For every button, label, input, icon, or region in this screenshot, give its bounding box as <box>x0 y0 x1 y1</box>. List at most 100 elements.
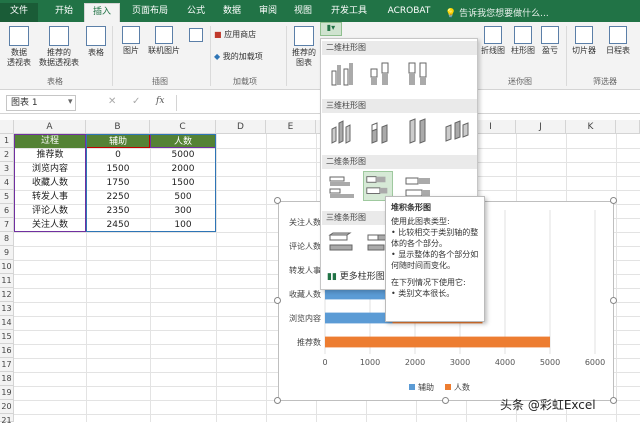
3d-percent-column-icon[interactable] <box>403 117 433 147</box>
group-separator <box>286 26 287 86</box>
tab-page-layout[interactable]: 页面布局 <box>124 3 176 22</box>
row-header[interactable]: 9 <box>0 246 14 260</box>
x-tick-label: 1000 <box>360 358 380 367</box>
row-header[interactable]: 5 <box>0 190 14 204</box>
tooltip-text: • 显示整体的各个部分如何随时间而变化。 <box>391 250 479 270</box>
row-header[interactable]: 12 <box>0 288 14 302</box>
column-header[interactable]: K <box>566 120 616 134</box>
tell-me-box[interactable]: 💡 告诉我您想要做什么... <box>445 6 549 19</box>
column-header[interactable]: C <box>150 120 216 134</box>
name-box[interactable]: 图表 1 <box>6 95 76 111</box>
row-header[interactable]: 11 <box>0 274 14 288</box>
column-header <box>616 120 640 134</box>
tab-insert[interactable]: 插入 <box>84 3 120 22</box>
row-header[interactable]: 4 <box>0 176 14 190</box>
stacked-column-icon[interactable] <box>365 59 395 89</box>
resize-handle[interactable] <box>442 397 449 404</box>
row-header[interactable]: 10 <box>0 260 14 274</box>
3d-clustered-bar-icon[interactable] <box>327 229 357 259</box>
column-chart-dropdown[interactable]: ▮▾ <box>320 22 342 36</box>
app-store-button[interactable]: ■ 应用商店 <box>214 30 274 40</box>
tab-developer[interactable]: 开发工具 <box>322 3 376 22</box>
3d-column-icon[interactable] <box>441 117 471 147</box>
shapes-button[interactable] <box>186 28 206 44</box>
winloss-sparkline-button[interactable]: 盈亏 <box>538 26 562 56</box>
group-label-addins: 加载项 <box>233 77 257 86</box>
tab-formulas[interactable]: 公式 <box>178 3 214 22</box>
tell-me-text: 告诉我您想要做什么... <box>459 9 549 19</box>
column-header[interactable]: A <box>14 120 86 134</box>
tab-view[interactable]: 视图 <box>286 3 320 22</box>
timeline-button[interactable]: 日程表 <box>600 26 636 56</box>
chevron-down-icon[interactable]: ▾ <box>68 97 73 107</box>
select-all-corner[interactable] <box>0 120 14 134</box>
tab-file[interactable]: 文件 <box>0 3 38 22</box>
row-header[interactable]: 2 <box>0 148 14 162</box>
row-header[interactable]: 8 <box>0 232 14 246</box>
resize-handle[interactable] <box>274 397 281 404</box>
gridline <box>266 134 267 422</box>
column-header[interactable]: D <box>216 120 266 134</box>
x-tick-label: 2000 <box>405 358 425 367</box>
row-header[interactable]: 14 <box>0 316 14 330</box>
group-label-tables: 表格 <box>47 77 63 86</box>
section-2d-column: 二维柱形图 <box>322 41 477 55</box>
group-separator <box>112 26 113 86</box>
store-icon: ■ <box>214 30 222 39</box>
row-header[interactable]: 15 <box>0 330 14 344</box>
column-header[interactable]: J <box>516 120 566 134</box>
clustered-bar-icon[interactable] <box>327 173 357 203</box>
resize-handle[interactable] <box>610 397 617 404</box>
more-column-charts-link[interactable]: ▮▮ 更多柱形图 <box>327 269 385 282</box>
online-picture-icon <box>155 26 173 44</box>
column-header[interactable]: B <box>86 120 150 134</box>
fx-icon[interactable]: fx <box>156 96 164 106</box>
row-header[interactable]: 13 <box>0 302 14 316</box>
legend-swatch <box>445 384 451 390</box>
tab-acrobat[interactable]: ACROBAT <box>384 3 434 22</box>
my-addins-button[interactable]: ◆ 我的加载项 <box>214 52 280 62</box>
group-separator <box>566 26 567 86</box>
row-header[interactable]: 17 <box>0 358 14 372</box>
row-header[interactable]: 7 <box>0 218 14 232</box>
confirm-icon[interactable]: ✓ <box>132 96 140 107</box>
percent-stacked-column-icon[interactable] <box>403 59 433 89</box>
3d-stacked-column-icon[interactable] <box>365 117 395 147</box>
row-header[interactable]: 20 <box>0 400 14 414</box>
row-header[interactable]: 19 <box>0 386 14 400</box>
row-header[interactable]: 6 <box>0 204 14 218</box>
category-label: 收藏人数 <box>289 289 321 299</box>
tab-review[interactable]: 审阅 <box>250 3 286 22</box>
row-header[interactable]: 1 <box>0 134 14 148</box>
resize-handle[interactable] <box>274 197 281 204</box>
column-header[interactable]: E <box>266 120 316 134</box>
row-header[interactable]: 18 <box>0 372 14 386</box>
resize-handle[interactable] <box>610 297 617 304</box>
bar-人数 <box>325 336 550 348</box>
table-button[interactable]: 表格 <box>84 26 108 58</box>
recommended-pivot-button[interactable]: 推荐的 数据透视表 <box>36 26 82 68</box>
tooltip-title: 堆积条形图 <box>391 203 431 212</box>
cancel-icon[interactable]: ✕ <box>108 96 116 107</box>
picture-button[interactable]: 图片 <box>118 26 144 56</box>
pivot-table-button[interactable]: 数据 透视表 <box>4 26 34 68</box>
3d-clustered-column-icon[interactable] <box>327 117 357 147</box>
clustered-column-icon[interactable] <box>327 59 357 89</box>
picture-icon <box>122 26 140 44</box>
section-3d-column: 三维柱形图 <box>322 99 477 113</box>
resize-handle[interactable] <box>610 197 617 204</box>
tab-data[interactable]: 数据 <box>214 3 250 22</box>
tab-home[interactable]: 开始 <box>46 3 82 22</box>
row-header[interactable]: 16 <box>0 344 14 358</box>
column-sparkline-button[interactable]: 柱形图 <box>508 26 538 56</box>
resize-handle[interactable] <box>274 297 281 304</box>
online-picture-button[interactable]: 联机图片 <box>146 26 182 56</box>
legend-label: 人数 <box>454 382 470 392</box>
range-outline-category <box>14 134 86 232</box>
recommended-charts-button[interactable]: 推荐的 图表 <box>290 26 318 68</box>
group-label-sparklines: 迷你图 <box>508 77 532 86</box>
row-header[interactable]: 3 <box>0 162 14 176</box>
row-header[interactable]: 21 <box>0 414 14 425</box>
line-sparkline-button[interactable]: 折线图 <box>478 26 508 56</box>
slicer-button[interactable]: 切片器 <box>568 26 600 56</box>
